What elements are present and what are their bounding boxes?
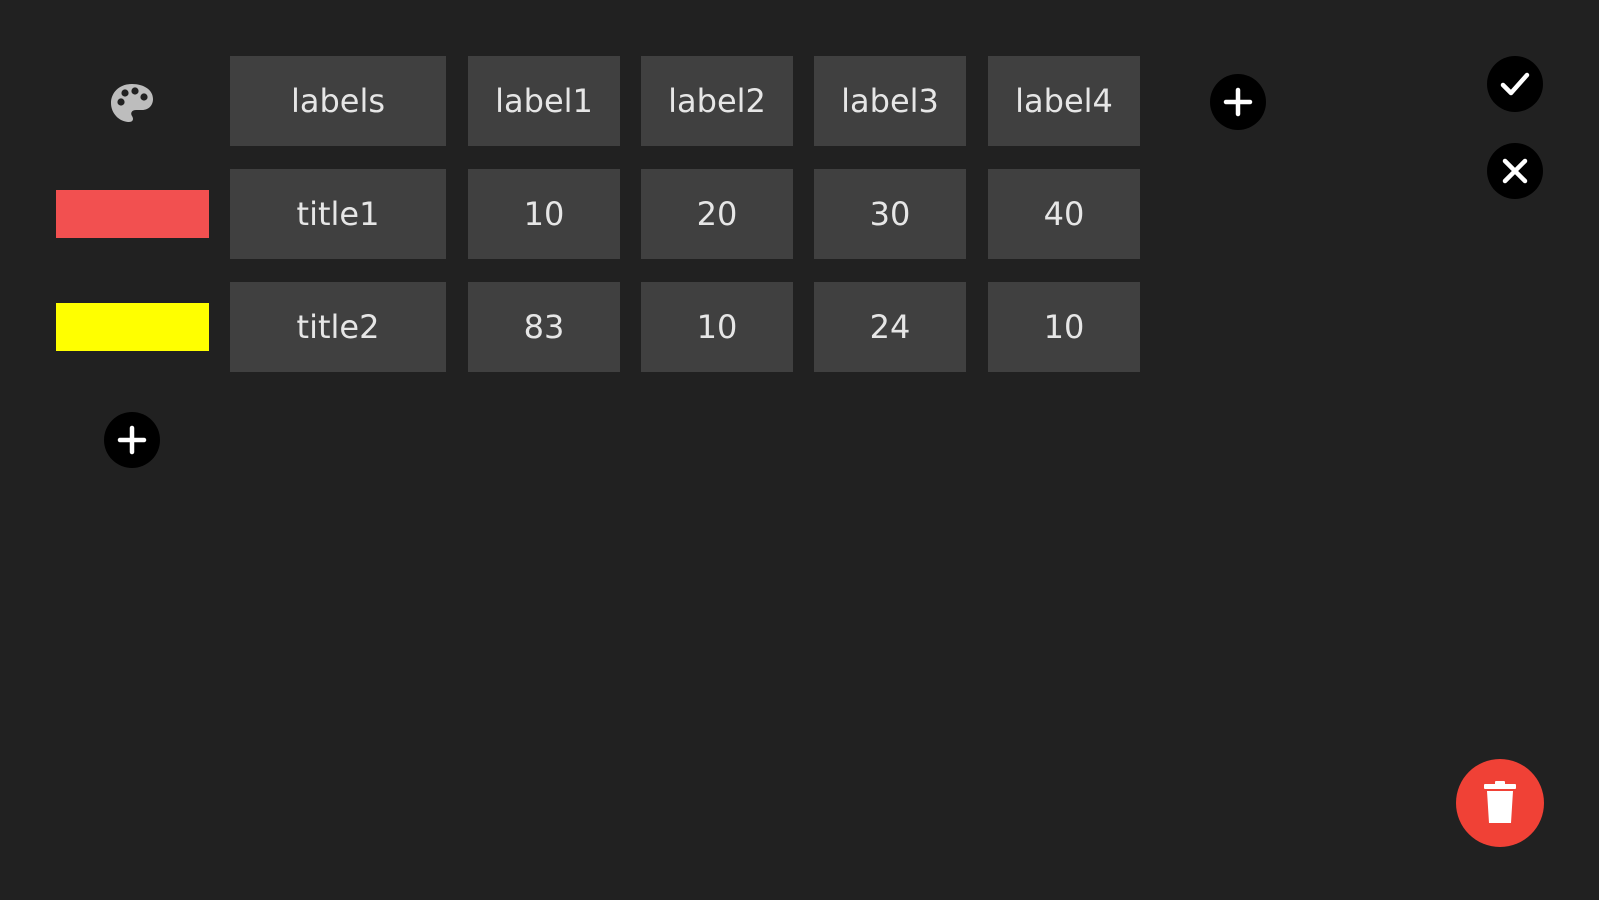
add-column-button[interactable] xyxy=(1210,74,1266,130)
cancel-button[interactable] xyxy=(1487,143,1543,199)
value-cell[interactable]: 10 xyxy=(988,282,1140,372)
plus-icon xyxy=(1223,87,1253,117)
trash-icon xyxy=(1484,781,1516,823)
header-cell-label2[interactable]: label2 xyxy=(641,56,793,146)
header-cell-label1[interactable]: label1 xyxy=(468,56,620,146)
header-cell-labels[interactable]: labels xyxy=(230,56,446,146)
value-cell[interactable]: 10 xyxy=(641,282,793,372)
row-color-swatch[interactable] xyxy=(56,303,209,351)
row-color-swatch[interactable] xyxy=(56,190,209,238)
check-icon xyxy=(1500,72,1530,96)
value-cell[interactable]: 20 xyxy=(641,169,793,259)
value-cell[interactable]: 40 xyxy=(988,169,1140,259)
row-title-cell[interactable]: title1 xyxy=(230,169,446,259)
value-cell[interactable]: 83 xyxy=(468,282,620,372)
close-icon xyxy=(1502,158,1528,184)
add-row-button[interactable] xyxy=(104,412,160,468)
delete-button[interactable] xyxy=(1456,759,1544,847)
data-editor: labels label1 label2 label3 label4 title… xyxy=(0,0,1599,900)
plus-icon xyxy=(117,425,147,455)
value-cell[interactable]: 30 xyxy=(814,169,966,259)
row-title-cell[interactable]: title2 xyxy=(230,282,446,372)
value-cell[interactable]: 10 xyxy=(468,169,620,259)
header-cell-label3[interactable]: label3 xyxy=(814,56,966,146)
value-cell[interactable]: 24 xyxy=(814,282,966,372)
palette-icon[interactable] xyxy=(109,82,155,124)
header-cell-label4[interactable]: label4 xyxy=(988,56,1140,146)
confirm-button[interactable] xyxy=(1487,56,1543,112)
